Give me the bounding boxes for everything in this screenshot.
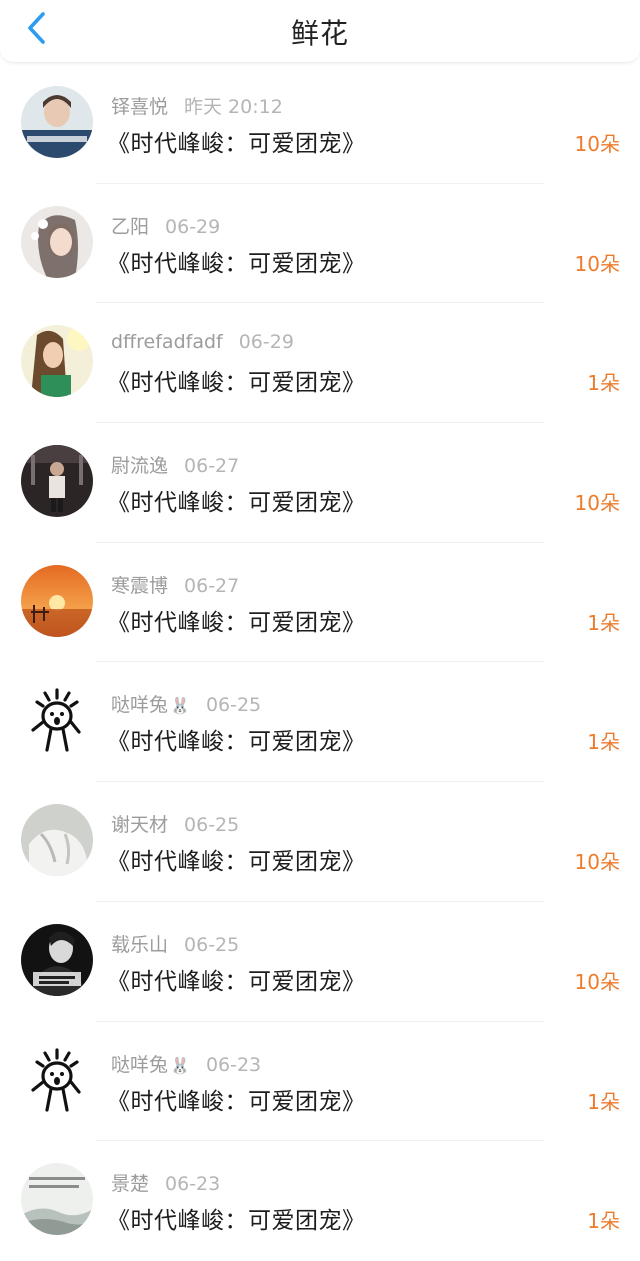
list-item[interactable]: 景楚 06-23 《时代峰峻：可爱团宠》 1朵 bbox=[0, 1141, 640, 1261]
flower-count: 10朵 bbox=[574, 491, 620, 516]
gift-date: 06-29 bbox=[238, 331, 294, 354]
flower-count: 1朵 bbox=[587, 730, 620, 755]
user-avatar[interactable] bbox=[21, 923, 93, 996]
user-avatar[interactable] bbox=[21, 1163, 93, 1236]
user-avatar[interactable] bbox=[21, 564, 93, 637]
book-title: 《时代峰峻：可爱团宠》 bbox=[107, 250, 366, 277]
user-avatar[interactable] bbox=[21, 205, 93, 278]
user-avatar[interactable] bbox=[21, 804, 93, 877]
book-title: 《时代峰峻：可爱团宠》 bbox=[107, 968, 366, 995]
user-name: 哒咩兔 bbox=[111, 1053, 169, 1076]
gift-date: 06-23 bbox=[165, 1173, 221, 1196]
user-avatar[interactable] bbox=[21, 1043, 93, 1116]
book-title: 《时代峰峻：可爱团宠》 bbox=[107, 370, 366, 397]
flower-count: 1朵 bbox=[587, 1209, 620, 1234]
page-title: 鲜花 bbox=[290, 17, 349, 50]
user-name: 乙阳 bbox=[111, 215, 150, 238]
book-title: 《时代峰峻：可爱团宠》 bbox=[107, 1088, 366, 1115]
flower-count: 10朵 bbox=[574, 132, 620, 156]
gift-date: 06-27 bbox=[184, 574, 240, 597]
list-item[interactable]: 哒咩兔 🐰 06-23 《时代峰峻：可爱团宠》 1朵 bbox=[0, 1022, 640, 1142]
gift-date: 06-23 bbox=[205, 1053, 262, 1076]
user-avatar[interactable] bbox=[21, 684, 93, 757]
list-item[interactable]: dffrefadfadf 06-29 《时代峰峻：可爱团宠》 1朵 bbox=[0, 303, 640, 424]
list-item[interactable]: 尉流逸 06-27 《时代峰峻：可爱团宠》 10朵 bbox=[0, 423, 640, 543]
gift-date: 06-25 bbox=[184, 814, 240, 837]
user-avatar[interactable] bbox=[21, 325, 93, 398]
list-item[interactable]: 谢天材 06-25 《时代峰峻：可爱团宠》 10朵 bbox=[0, 782, 640, 902]
rabbit-icon: 🐰 bbox=[170, 696, 190, 716]
gift-date: 昨天 20:12 bbox=[184, 96, 283, 118]
flower-count: 1朵 bbox=[587, 610, 620, 635]
book-title: 《时代峰峻：可爱团宠》 bbox=[107, 131, 366, 157]
rabbit-icon: 🐰 bbox=[170, 1055, 190, 1075]
user-name: 尉流逸 bbox=[111, 455, 169, 478]
book-title: 《时代峰峻：可爱团宠》 bbox=[107, 490, 366, 517]
list-item[interactable]: 载乐山 06-25 《时代峰峻：可爱团宠》 10朵 bbox=[0, 902, 640, 1022]
top-nav-bar: 鲜花 bbox=[0, 0, 640, 63]
user-name: 哒咩兔 bbox=[111, 694, 169, 717]
flower-count: 10朵 bbox=[574, 850, 620, 875]
book-title: 《时代峰峻：可爱团宠》 bbox=[107, 729, 366, 756]
flower-count: 1朵 bbox=[587, 1089, 620, 1114]
flower-count: 10朵 bbox=[574, 251, 620, 276]
gift-date: 06-29 bbox=[165, 215, 221, 238]
user-name: 铎喜悦 bbox=[111, 96, 169, 118]
gift-date: 06-27 bbox=[184, 455, 240, 478]
list-item[interactable]: 乙阳 06-29 《时代峰峻：可爱团宠》 10朵 bbox=[0, 184, 640, 304]
list-item[interactable]: 寒震博 06-27 《时代峰峻：可爱团宠》 1朵 bbox=[0, 543, 640, 663]
user-name: 寒震博 bbox=[111, 574, 169, 597]
flower-gift-list: 铎喜悦 昨天 20:12 《时代峰峻：可爱团宠》 10朵 乙阳 06-29 《时代峰… bbox=[0, 64, 640, 1261]
user-name: 景楚 bbox=[111, 1173, 150, 1196]
user-avatar[interactable] bbox=[21, 445, 93, 518]
book-title: 《时代峰峻：可爱团宠》 bbox=[107, 1208, 366, 1235]
list-item[interactable]: 哒咩兔 🐰 06-25 《时代峰峻：可爱团宠》 1朵 bbox=[0, 662, 640, 783]
gift-date: 06-25 bbox=[184, 933, 240, 956]
gift-date: 06-25 bbox=[205, 694, 262, 717]
user-name: 谢天材 bbox=[111, 814, 169, 837]
book-title: 《时代峰峻：可爱团宠》 bbox=[107, 849, 366, 876]
list-item[interactable]: 铎喜悦 昨天 20:12 《时代峰峻：可爱团宠》 10朵 bbox=[0, 64, 640, 184]
flower-count: 1朵 bbox=[587, 371, 620, 396]
flower-count: 10朵 bbox=[574, 969, 620, 994]
user-name: 载乐山 bbox=[111, 933, 169, 956]
user-avatar[interactable] bbox=[21, 86, 93, 158]
book-title: 《时代峰峻：可爱团宠》 bbox=[107, 609, 366, 636]
user-name: dffrefadfadf bbox=[111, 331, 223, 354]
